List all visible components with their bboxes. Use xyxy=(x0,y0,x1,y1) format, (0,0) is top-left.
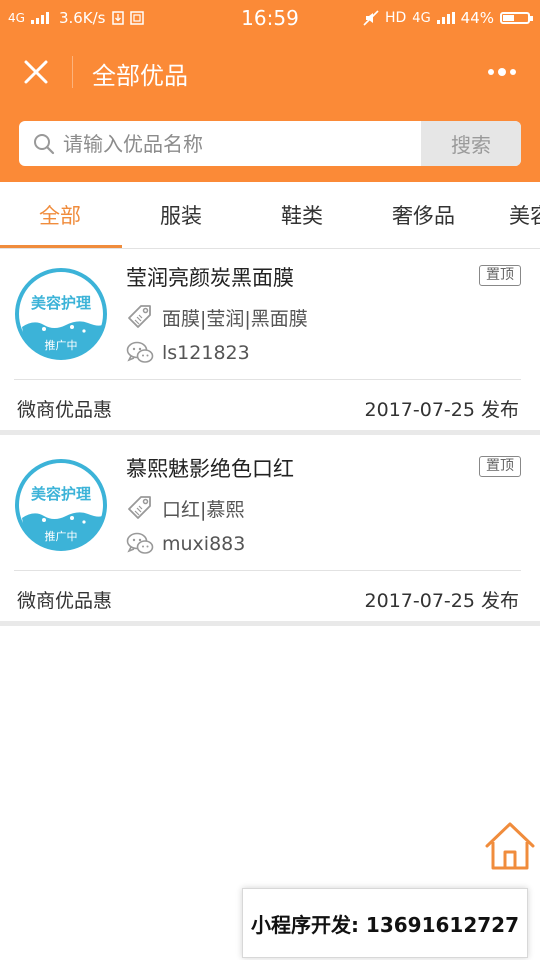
logo-text: 美容护理 xyxy=(31,294,91,312)
hd-label: HD xyxy=(384,10,407,26)
search-bar: 搜索 xyxy=(0,108,540,182)
page-title: 全部优品 xyxy=(92,62,188,90)
divider xyxy=(14,379,521,380)
tab-shoes[interactable]: 鞋类 xyxy=(281,182,323,248)
wechat-row: ls121823 xyxy=(126,341,250,365)
tab-beauty[interactable]: 美容 xyxy=(509,182,540,248)
nav-bar: 全部优品 xyxy=(0,36,540,108)
tab-all[interactable]: 全部 xyxy=(39,182,81,248)
network-4g-label: 4G xyxy=(412,10,431,26)
item-tags: 面膜|莹润|黑面膜 xyxy=(162,307,308,330)
logo-sub: 推广中 xyxy=(45,529,78,543)
mute-icon xyxy=(363,10,379,26)
search-icon xyxy=(34,134,55,155)
battery-fill xyxy=(503,15,514,21)
logo-text: 美容护理 xyxy=(31,485,91,503)
battery-icon xyxy=(500,12,533,24)
item-title: 慕熙魅影绝色口红 xyxy=(126,457,294,481)
wechat-id: ls121823 xyxy=(162,342,250,364)
status-right: HD 4G 44% xyxy=(363,9,533,27)
more-dot-icon xyxy=(498,68,506,76)
search-input[interactable] xyxy=(63,121,418,166)
home-icon xyxy=(485,822,535,870)
nav-divider xyxy=(72,56,73,88)
tab-clothing[interactable]: 服装 xyxy=(160,182,202,248)
tag-row: 口红|慕熙 xyxy=(126,494,244,522)
wechat-icon xyxy=(126,532,154,554)
battery-percent: 44% xyxy=(460,9,494,27)
active-tab-indicator xyxy=(0,245,122,248)
tab-luxury[interactable]: 奢侈品 xyxy=(392,182,455,248)
wechat-id: muxi883 xyxy=(162,533,246,555)
more-dot-icon xyxy=(488,69,494,75)
list-item[interactable]: 美容护理 推广中 慕熙魅影绝色口红 置顶 口红|慕熙 muxi883 微商优品惠… xyxy=(0,440,540,630)
close-icon xyxy=(24,60,48,84)
pinned-badge: 置顶 xyxy=(479,265,521,286)
home-button[interactable] xyxy=(483,820,537,872)
item-source: 微商优品惠 xyxy=(17,590,113,612)
item-source: 微商优品惠 xyxy=(17,399,113,421)
more-dot-icon xyxy=(510,69,516,75)
close-button[interactable] xyxy=(16,54,56,90)
item-tags: 口红|慕熙 xyxy=(162,498,245,521)
beauty-care-logo: 美容护理 推广中 xyxy=(15,459,107,551)
beauty-care-logo: 美容护理 推广中 xyxy=(15,268,107,360)
wechat-row: muxi883 xyxy=(126,532,245,556)
tag-icon xyxy=(128,305,151,328)
list-item[interactable]: 美容护理 推广中 莹润亮颜炭黑面膜 置顶 面膜|莹润|黑面膜 ls121823 … xyxy=(0,249,540,439)
divider xyxy=(14,570,521,571)
signal-strength-icon xyxy=(436,12,455,24)
item-date: 2017-07-25 发布 xyxy=(364,399,519,421)
tag-row: 面膜|莹润|黑面膜 xyxy=(126,303,308,331)
category-tabs: 全部 服装 鞋类 奢侈品 美容 xyxy=(0,182,540,249)
item-title: 莹润亮颜炭黑面膜 xyxy=(126,266,294,290)
more-button[interactable] xyxy=(482,58,522,86)
logo-sub: 推广中 xyxy=(45,338,78,352)
search-button[interactable]: 搜索 xyxy=(421,121,521,166)
card-separator xyxy=(0,621,540,626)
card-separator xyxy=(0,430,540,435)
search-box: 搜索 xyxy=(19,121,521,166)
item-date: 2017-07-25 发布 xyxy=(364,590,519,612)
status-bar: 4G 3.6K/s 16:59 HD 4G 44% xyxy=(0,0,540,36)
tag-icon xyxy=(128,496,151,519)
pinned-badge: 置顶 xyxy=(479,456,521,477)
contact-banner: 小程序开发: 13691612727 xyxy=(242,888,528,958)
wechat-icon xyxy=(126,341,154,363)
